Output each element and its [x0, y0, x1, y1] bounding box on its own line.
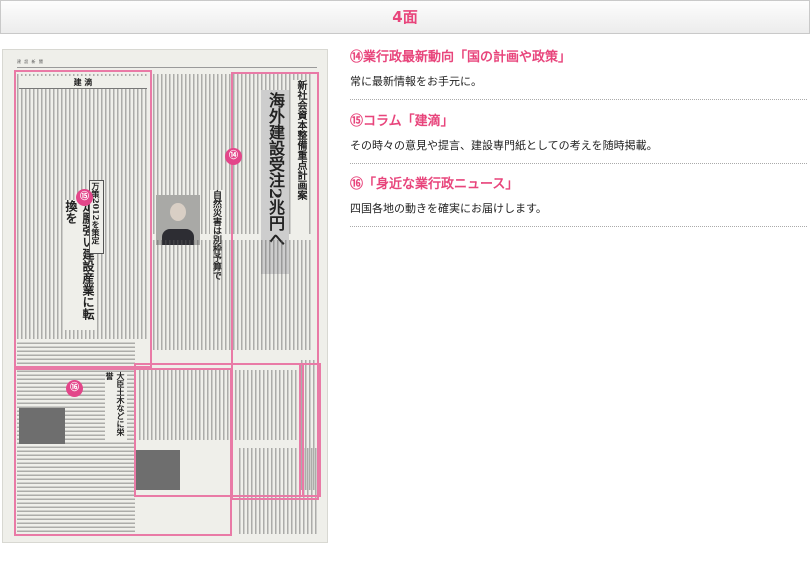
feature-item-news: ⑯「身近な業行政ニュース」 四国各地の動きを確実にお届けします。: [350, 176, 807, 227]
badge-15: ⑮: [76, 189, 93, 206]
feature-item-column: ⑮コラム「建滴」 その時々の意見や提言、建設専門紙としての考えを随時掲載。: [350, 113, 807, 164]
badge-16: ⑯: [66, 380, 83, 397]
newspaper-page-image: 建 設 新 聞 建 滴 足腰強い建設産業に転換を 万策2012を策定 海外建設受…: [2, 49, 328, 543]
column-kenteki-region: [14, 70, 152, 368]
portrait-photo: [156, 195, 200, 245]
divider: [350, 226, 807, 227]
feature-item-policy: ⑭業行政最新動向「国の計画や政策」 常に最新情報をお手元に。: [350, 49, 807, 100]
newspaper-masthead: 建 設 新 聞: [17, 59, 317, 68]
divider: [350, 99, 807, 100]
local-news-region: [14, 368, 232, 536]
feature-description: 四国各地の動きを確実にお届けします。: [350, 202, 547, 215]
policy-region-side: [299, 363, 321, 497]
badge-14: ⑭: [225, 148, 242, 165]
feature-title: ⑮コラム「建滴」: [350, 114, 454, 129]
feature-title: ⑭業行政最新動向「国の計画や政策」: [350, 50, 572, 65]
page-section-title: 4面: [392, 8, 418, 26]
divider: [350, 163, 807, 164]
page-section-header: 4面: [0, 0, 810, 34]
feature-description: その時々の意見や提言、建設専門紙としての考えを随時掲載。: [350, 139, 658, 152]
feature-title: ⑯「身近な業行政ニュース」: [350, 177, 519, 192]
feature-description: 常に最新情報をお手元に。: [350, 75, 482, 88]
